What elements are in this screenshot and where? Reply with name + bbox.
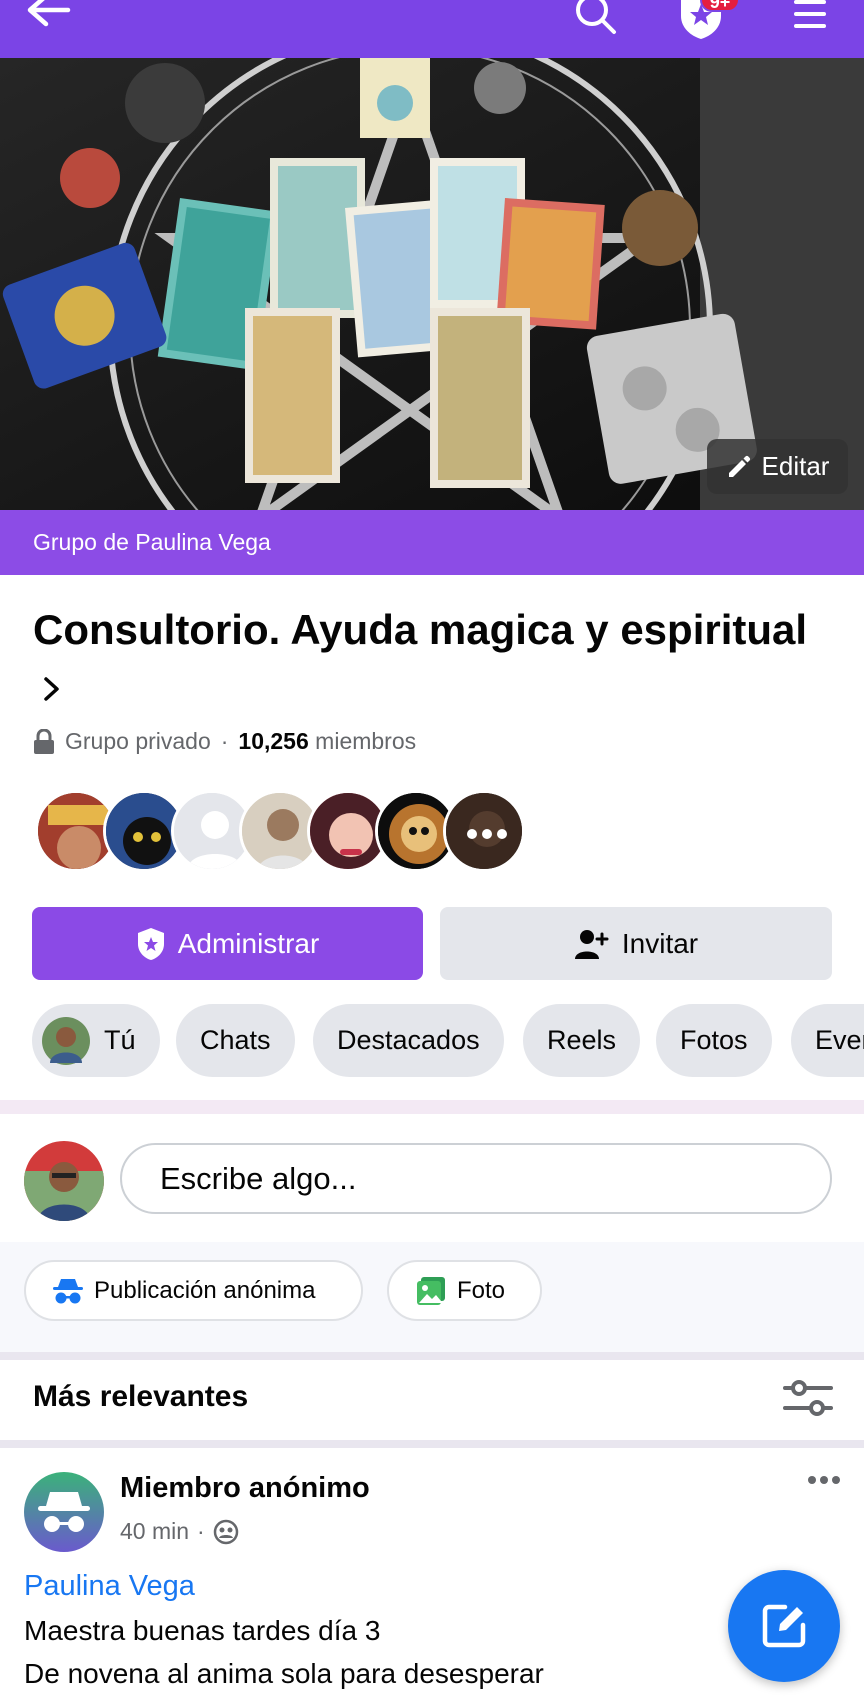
tab-featured[interactable]: Destacados xyxy=(313,1004,504,1077)
section-divider xyxy=(0,1352,864,1360)
photo-button[interactable]: Foto xyxy=(387,1260,542,1321)
incognito-icon xyxy=(53,1278,83,1303)
search-icon[interactable] xyxy=(572,0,620,40)
notification-badge: 9+ xyxy=(700,0,740,12)
manage-group-button[interactable]: Administrar xyxy=(32,907,423,980)
top-bar: 9+ xyxy=(0,0,864,58)
photo-label: Foto xyxy=(457,1276,506,1304)
hamburger-menu-icon[interactable] xyxy=(792,0,828,34)
tab-reels[interactable]: Reels xyxy=(523,1004,641,1077)
member-count[interactable]: 10,256 xyxy=(238,728,308,754)
group-tabs: Tú Chats Destacados Reels Fotos Even xyxy=(32,1004,864,1077)
post-author[interactable]: Miembro anónimo xyxy=(120,1472,370,1505)
meta-separator: · xyxy=(220,728,229,754)
group-meta: Grupo privado · 10,256 miembros xyxy=(33,728,416,755)
tab-photos[interactable]: Fotos xyxy=(656,1004,772,1077)
post-text-line: Maestra buenas tardes día 3 xyxy=(24,1615,381,1646)
invite-button[interactable]: Invitar xyxy=(440,907,832,980)
pencil-icon xyxy=(728,455,750,477)
chevron-right-icon xyxy=(44,677,59,701)
more-options-icon[interactable] xyxy=(806,1474,842,1486)
user-avatar-icon xyxy=(42,1017,90,1065)
meta-separator: · xyxy=(197,1518,205,1544)
group-title-text: Consultorio. Ayuda magica y espiritual xyxy=(33,606,808,653)
edit-cover-label: Editar xyxy=(761,451,830,481)
group-owner-banner[interactable]: Grupo de Paulina Vega xyxy=(0,510,864,575)
members-label: miembros xyxy=(315,728,417,754)
lock-icon xyxy=(34,728,54,754)
edit-square-icon xyxy=(762,1604,806,1648)
tab-label: Tú xyxy=(104,1025,136,1055)
composer-actions: Publicación anónima Foto xyxy=(0,1242,864,1352)
arrow-left-icon[interactable] xyxy=(24,0,72,34)
compose-post-button[interactable] xyxy=(728,1570,840,1682)
post-meta: 40 min · xyxy=(120,1518,239,1545)
invite-label: Invitar xyxy=(621,927,699,959)
post-composer-input[interactable]: Escribe algo... xyxy=(120,1143,832,1214)
avatar[interactable] xyxy=(24,1141,104,1221)
shield-star-icon xyxy=(137,927,164,960)
feed-sort-label[interactable]: Más relevantes xyxy=(33,1380,248,1414)
post-text-line: De novena al anima sola para desesperar xyxy=(24,1658,544,1689)
anonymous-post-label: Publicación anónima xyxy=(94,1276,316,1304)
tagged-user-link[interactable]: Paulina Vega xyxy=(24,1570,195,1603)
more-members-avatar[interactable] xyxy=(443,790,525,872)
anonymous-post-button[interactable]: Publicación anónima xyxy=(24,1260,363,1321)
manage-group-label: Administrar xyxy=(177,927,320,959)
section-divider xyxy=(0,1440,864,1448)
edit-cover-button[interactable]: Editar xyxy=(707,439,848,494)
post-time[interactable]: 40 min xyxy=(120,1518,189,1545)
tab-chats[interactable]: Chats xyxy=(176,1004,295,1077)
photo-icon xyxy=(417,1276,445,1305)
filter-sliders-icon[interactable] xyxy=(783,1378,833,1418)
tab-you[interactable]: Tú xyxy=(32,1004,160,1077)
anonymous-avatar[interactable] xyxy=(24,1472,104,1552)
cover-photo[interactable]: Editar xyxy=(0,58,864,510)
group-audience-icon xyxy=(213,1519,238,1544)
group-title[interactable]: Consultorio. Ayuda magica y espiritual xyxy=(33,602,833,714)
section-divider xyxy=(0,1100,864,1114)
privacy-label: Grupo privado xyxy=(65,728,211,754)
add-person-icon xyxy=(574,929,609,959)
tab-events[interactable]: Even xyxy=(791,1004,864,1077)
